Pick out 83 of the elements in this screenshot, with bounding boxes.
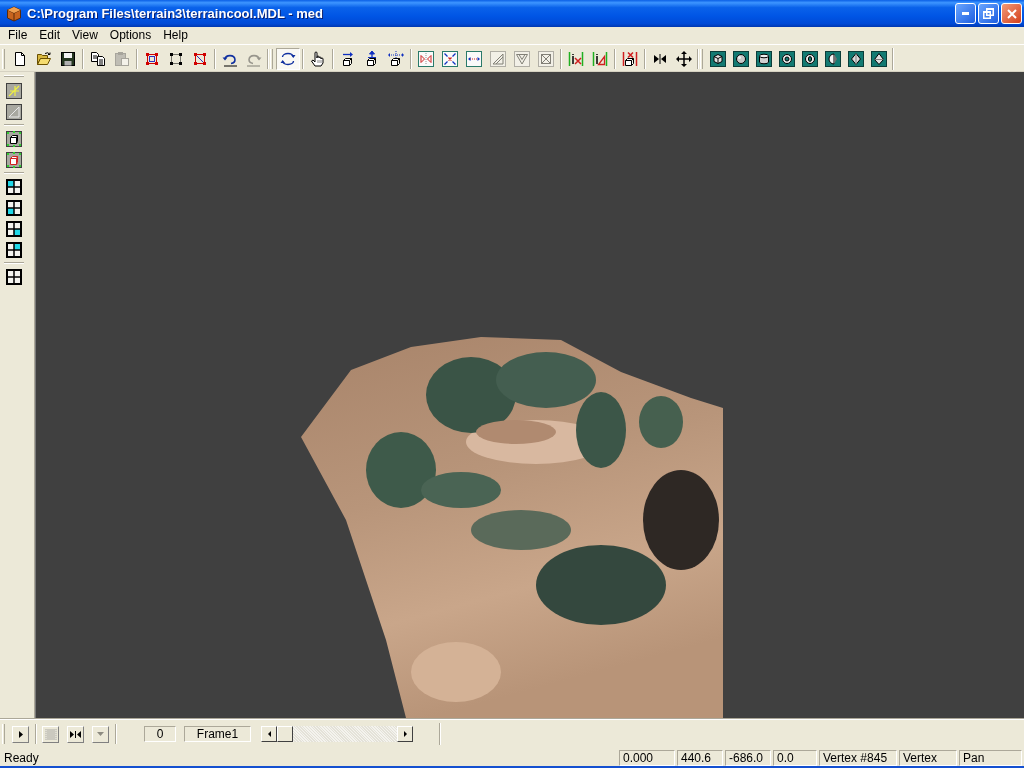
window-title: C:\Program Files\terrain3\terraincool.MDL - med [27, 6, 324, 21]
hand-icon [310, 50, 326, 67]
restore-icon [983, 8, 994, 19]
status-pane: 0.000 [619, 749, 675, 766]
rotate-arrows-icon [280, 50, 296, 67]
pyramid-tile-icon [870, 50, 887, 67]
mirror-icon [418, 50, 434, 67]
grid-view-icon [6, 268, 22, 285]
shrink-icon [442, 50, 458, 67]
scroll-right-button[interactable] [397, 726, 413, 742]
grid-view-icon [6, 178, 22, 195]
right-arrow-icon [403, 731, 407, 737]
cylinder-tile-icon [755, 50, 772, 67]
spark-tile-icon [6, 82, 22, 99]
menu-item[interactable]: File [2, 27, 34, 44]
status-pane: 440.6 [677, 749, 723, 766]
toolbar-button[interactable] [4, 197, 24, 218]
vertex-triangle-icon [592, 50, 608, 67]
status-pane: Vertex [899, 749, 957, 766]
dotted-square-icon [168, 50, 184, 67]
play-icon [18, 730, 23, 738]
diagonal-tile-icon [6, 103, 22, 120]
ring-tile-icon [801, 50, 818, 67]
toolbar-button[interactable] [4, 218, 24, 239]
close-icon [1006, 8, 1017, 19]
menu-item[interactable]: Edit [33, 27, 67, 44]
box-tile-icon [6, 151, 22, 168]
minimize-icon [962, 12, 969, 15]
vertex-cross-icon [568, 50, 584, 67]
status-pane: 0.0 [773, 749, 817, 766]
menu-item[interactable]: Help [157, 27, 194, 44]
toolbar-button[interactable] [4, 176, 24, 197]
scrollbar[interactable] [261, 726, 413, 742]
status-pane: -686.0 [725, 749, 771, 766]
cube-tile-icon [709, 50, 726, 67]
scroll-thumb[interactable] [277, 726, 293, 742]
grid-view-icon [6, 220, 22, 237]
handles-square-icon [144, 50, 160, 67]
play-button[interactable] [12, 725, 29, 743]
mirror-arrows-icon [70, 730, 81, 738]
toolbar-button[interactable] [4, 266, 24, 287]
delete-box-icon [622, 50, 638, 67]
toolbar-button[interactable] [4, 149, 24, 170]
diamond-tile-icon [847, 50, 864, 67]
toolbar-button[interactable] [276, 47, 300, 70]
crossed-square-icon [538, 50, 554, 67]
frame-name-field[interactable]: Frame1 [184, 726, 251, 742]
cube-icon [6, 5, 22, 22]
grid-view-icon [6, 241, 22, 258]
status-message: Ready [4, 750, 40, 765]
grid-view-icon [6, 199, 22, 216]
film-icon [44, 728, 57, 740]
scroll-left-button[interactable] [261, 726, 277, 742]
viewport[interactable] [35, 72, 1024, 718]
toolbar-button[interactable] [4, 101, 24, 122]
sphere-tile-icon [732, 50, 749, 67]
page-icon [12, 50, 28, 67]
mirror-button[interactable] [67, 725, 84, 743]
move-icon [676, 50, 692, 67]
left-arrow-icon [267, 731, 271, 737]
toolbar-button[interactable] [4, 128, 24, 149]
copy-icon [90, 50, 106, 67]
frame-number-field[interactable]: 0 [144, 726, 176, 742]
close-button[interactable] [1001, 3, 1022, 24]
triangles-icon [514, 50, 530, 67]
minimize-button[interactable] [955, 3, 976, 24]
caret-icon [97, 732, 104, 736]
triangle-icon [490, 50, 506, 67]
menu-item[interactable]: Options [103, 27, 158, 44]
folder-icon [36, 50, 52, 67]
half-cone-tile-icon [824, 50, 841, 67]
crossed-square-icon [192, 50, 208, 67]
ring-tile-icon [778, 50, 795, 67]
toolbar-button[interactable] [4, 239, 24, 260]
restore-button[interactable] [978, 3, 999, 24]
box-arrow-icon [340, 50, 356, 67]
box-expand-icon [388, 50, 404, 67]
box-tile-icon [6, 130, 22, 147]
clipboard-icon [114, 50, 130, 67]
status-pane: Pan [959, 749, 1022, 766]
status-pane: Vertex #845 [819, 749, 897, 766]
toolbar-button[interactable] [4, 80, 24, 101]
menu-item[interactable]: View [66, 27, 104, 44]
